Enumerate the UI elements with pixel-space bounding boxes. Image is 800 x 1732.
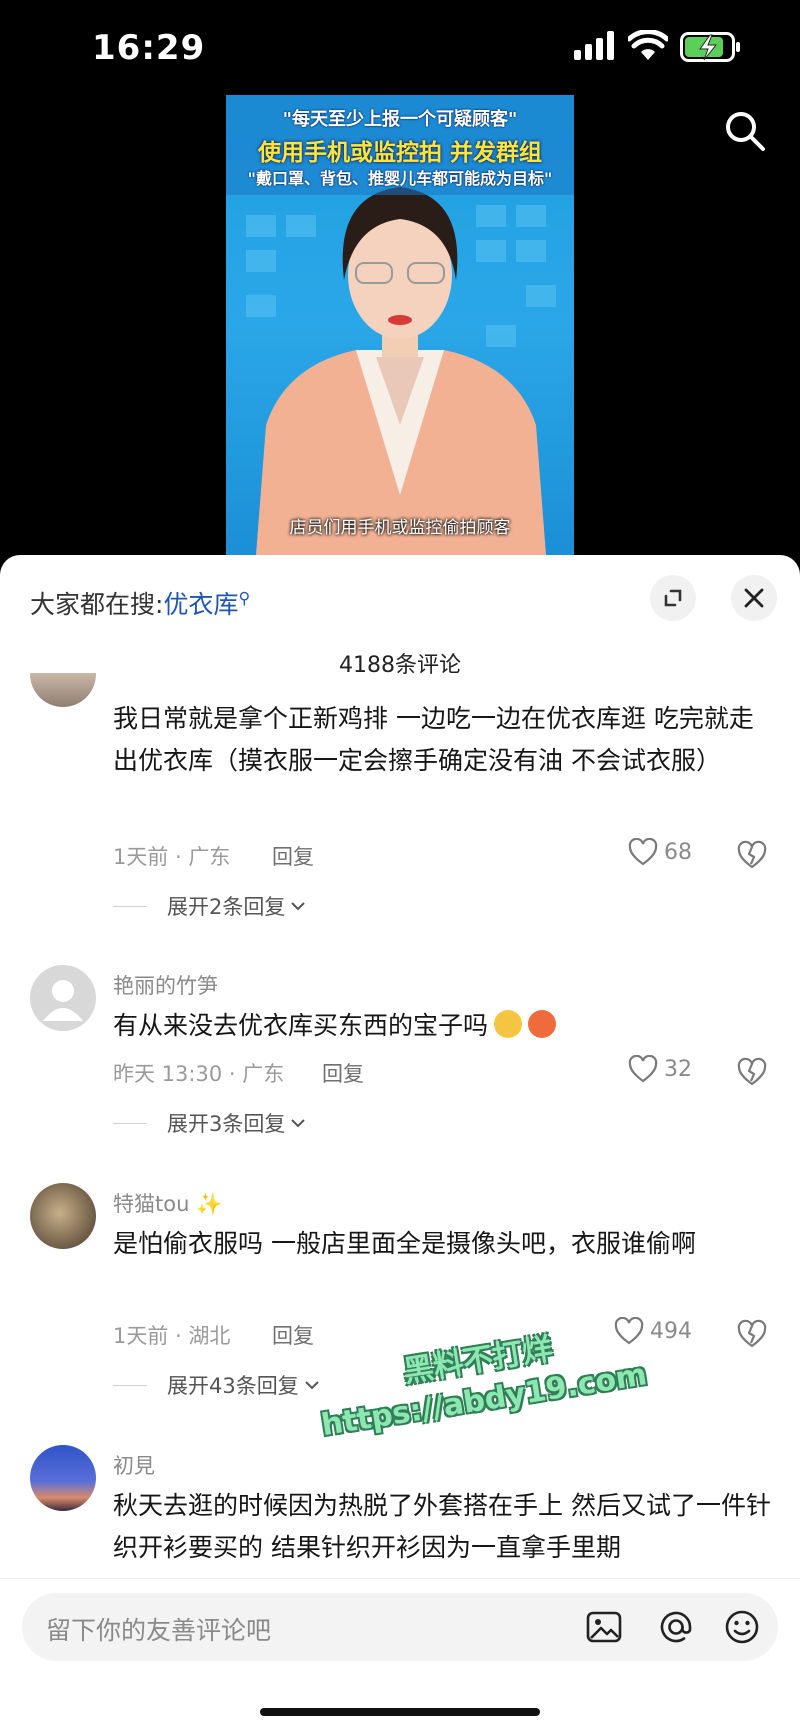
wifi-icon bbox=[628, 30, 668, 60]
heart-icon bbox=[628, 838, 658, 866]
search-icon[interactable] bbox=[722, 108, 768, 154]
expand-replies[interactable]: 展开43条回复 bbox=[113, 1370, 321, 1400]
emoji-icon bbox=[494, 1010, 523, 1038]
comment-input-placeholder: 留下你的友善评论吧 bbox=[46, 1616, 272, 1645]
avatar[interactable] bbox=[30, 1183, 96, 1249]
battery-charging-icon bbox=[680, 32, 740, 62]
expand-icon bbox=[664, 589, 682, 607]
reply-button[interactable]: 回复 bbox=[272, 1320, 314, 1350]
reply-button[interactable]: 回复 bbox=[322, 1058, 364, 1088]
like-count: 32 bbox=[664, 1056, 692, 1082]
search-small-icon: ⚲ bbox=[238, 588, 251, 608]
status-bar: 16:29 bbox=[0, 0, 800, 95]
heart-icon bbox=[628, 1055, 658, 1083]
image-icon[interactable] bbox=[584, 1607, 624, 1647]
status-time: 16:29 bbox=[92, 28, 206, 68]
chevron-down-icon bbox=[291, 1119, 306, 1128]
close-icon bbox=[744, 588, 764, 608]
comment-time-location: 1天前 · 湖北 bbox=[113, 1324, 231, 1348]
comment-input-bar: 留下你的友善评论吧 bbox=[0, 1578, 800, 1679]
avatar[interactable] bbox=[30, 1445, 96, 1511]
dislike-icon[interactable] bbox=[737, 1057, 767, 1087]
headline-line-1: "每天至少上报一个可疑顾客" bbox=[282, 109, 518, 130]
comment-username[interactable]: 特猫tou ✨ bbox=[113, 1188, 222, 1218]
trending-prefix: 大家都在搜: bbox=[30, 590, 164, 619]
laughing-emoji-icon bbox=[528, 1010, 557, 1038]
comment-time-location: 1天前 · 广东 bbox=[113, 845, 231, 869]
expand-replies-label: 展开43条回复 bbox=[167, 1374, 299, 1398]
comment-username[interactable]: 艳丽的竹笋 bbox=[113, 970, 218, 1000]
dislike-icon[interactable] bbox=[737, 840, 767, 870]
expand-button[interactable] bbox=[650, 575, 696, 621]
like-count: 494 bbox=[650, 1318, 692, 1344]
comment-time-location: 昨天 13:30 · 广东 bbox=[113, 1062, 285, 1086]
default-avatar-icon bbox=[43, 980, 83, 1021]
comment-count: 4188条评论 bbox=[339, 653, 461, 678]
headline-line-3: "戴口罩、背包、推婴儿车都可能成为目标" bbox=[247, 169, 553, 188]
trending-search[interactable]: 大家都在搜:优衣库⚲ bbox=[30, 585, 250, 621]
signal-icon bbox=[574, 31, 614, 60]
like-button[interactable]: 68 bbox=[628, 838, 692, 866]
expand-replies-label: 展开3条回复 bbox=[167, 1112, 286, 1136]
close-button[interactable] bbox=[731, 575, 777, 621]
comment-text: 秋天去逛的时候因为热脱了外套搭在手上 然后又试了一件针织开衫要买的 结果针织开衫… bbox=[113, 1491, 771, 1562]
reply-button[interactable]: 回复 bbox=[272, 841, 314, 871]
mention-icon[interactable] bbox=[656, 1607, 696, 1647]
home-indicator[interactable] bbox=[260, 1708, 540, 1716]
video-caption: 店员们用手机或监控偷拍顾客 bbox=[289, 518, 511, 538]
chevron-down-icon bbox=[291, 902, 306, 911]
expand-replies[interactable]: 展开2条回复 bbox=[113, 891, 307, 921]
expand-replies-label: 展开2条回复 bbox=[167, 895, 286, 919]
video-player[interactable]: "每天至少上报一个可疑顾客" 使用手机或监控拍 并发群组 "戴口罩、背包、推婴儿… bbox=[0, 95, 800, 555]
headline-line-2: 使用手机或监控拍 并发群组 bbox=[257, 140, 542, 166]
like-count: 68 bbox=[664, 839, 692, 865]
trending-keyword[interactable]: 优衣库 bbox=[163, 590, 238, 619]
emoji-icon[interactable] bbox=[722, 1607, 762, 1647]
comments-sheet: 大家都在搜:优衣库⚲ 4188条评论 我日常就是拿个正新鸡排 一边吃一边在优衣库… bbox=[0, 555, 800, 1732]
like-button[interactable]: 32 bbox=[628, 1055, 692, 1083]
sparkles-icon: ✨ bbox=[189, 1192, 223, 1216]
comment-username[interactable]: 初見 bbox=[113, 1450, 155, 1480]
expand-replies[interactable]: 展开3条回复 bbox=[113, 1108, 307, 1138]
avatar[interactable] bbox=[30, 965, 96, 1031]
comment-input[interactable]: 留下你的友善评论吧 bbox=[22, 1593, 778, 1661]
comment-text: 是怕偷衣服吗 一般店里面全是摄像头吧，衣服谁偷啊 bbox=[113, 1229, 696, 1258]
comment-text: 我日常就是拿个正新鸡排 一边吃一边在优衣库逛 吃完就走出优衣库（摸衣服一定会擦手… bbox=[113, 704, 754, 775]
dislike-icon[interactable] bbox=[737, 1319, 767, 1349]
comment-text: 有从来没去优衣库买东西的宝子吗 bbox=[113, 1005, 773, 1047]
avatar[interactable] bbox=[30, 673, 96, 707]
video-frame: "每天至少上报一个可疑顾客" 使用手机或监控拍 并发群组 "戴口罩、背包、推婴儿… bbox=[226, 95, 574, 555]
